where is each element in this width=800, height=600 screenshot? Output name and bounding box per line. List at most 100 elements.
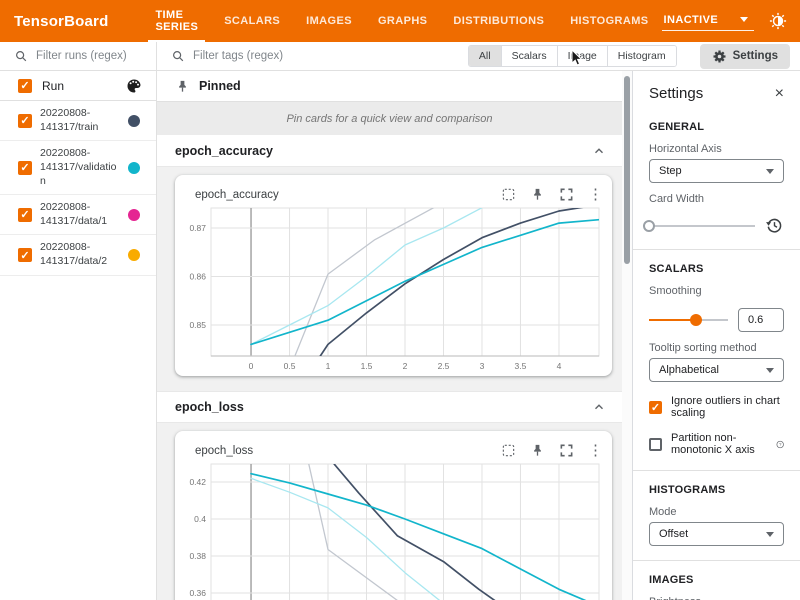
fit-to-data-icon[interactable] [501, 443, 516, 458]
card-actions: ⋮ [501, 187, 598, 202]
filter-runs-box[interactable]: Filter runs (regex) [0, 42, 157, 70]
help-icon[interactable]: ? [776, 438, 784, 451]
run-color-dot[interactable] [128, 209, 140, 221]
pinned-title: Pinned [199, 79, 241, 93]
search-icon [171, 49, 185, 63]
smoothing-label: Smoothing [649, 285, 784, 297]
settings-panel: Settings × GENERAL Horizontal Axis Step … [632, 71, 800, 600]
pin-card-icon[interactable] [530, 187, 545, 202]
chevron-up-icon[interactable] [592, 400, 606, 414]
pinned-header: Pinned [157, 71, 622, 102]
fit-to-data-icon[interactable] [501, 187, 516, 202]
section-header-epoch-loss[interactable]: epoch_loss [157, 391, 622, 423]
filter-runs-input[interactable]: Filter runs (regex) [36, 50, 127, 62]
tab-distributions[interactable]: DISTRIBUTIONS [440, 0, 557, 42]
partition-x-axis-checkbox[interactable] [649, 438, 662, 451]
horizontal-axis-label: Horizontal Axis [649, 143, 784, 155]
more-options-icon[interactable]: ⋮ [588, 187, 598, 202]
ignore-outliers-checkbox[interactable]: ✓ [649, 401, 662, 414]
run-color-dot[interactable] [128, 115, 140, 127]
smoothing-slider[interactable] [649, 314, 728, 326]
card-width-slider[interactable] [649, 220, 755, 232]
card-title: epoch_accuracy [195, 189, 279, 201]
filter-button-histogram[interactable]: Histogram [607, 46, 676, 66]
card-header: epoch_loss ⋮ [175, 431, 612, 460]
select-all-runs-checkbox[interactable]: ✓ [18, 79, 32, 93]
card-width-label: Card Width [649, 193, 784, 205]
main-scrollbar[interactable] [622, 71, 632, 600]
run-checkbox[interactable]: ✓ [18, 248, 32, 262]
svg-text:0.86: 0.86 [189, 271, 206, 281]
filter-tags-box: Filter tags (regex) AllScalarsImageHisto… [157, 42, 800, 70]
section-title: epoch_accuracy [175, 144, 273, 158]
search-icon [14, 49, 28, 63]
runs-sidebar: ✓ Run ✓20220808-141317/train✓20220808-14… [0, 71, 157, 600]
partition-x-axis-label: Partition non-monotonic X axis [671, 432, 767, 456]
reload-status-value: INACTIVE [664, 14, 719, 26]
pin-card-icon[interactable] [530, 443, 545, 458]
chevron-down-icon [740, 17, 748, 22]
svg-text:0.5: 0.5 [284, 361, 296, 371]
run-color-dot[interactable] [128, 162, 140, 174]
epoch-loss-chart[interactable]: 0.360.380.40.42 [179, 462, 603, 600]
fullscreen-icon[interactable] [559, 443, 574, 458]
chevron-up-icon[interactable] [592, 144, 606, 158]
epoch-accuracy-chart[interactable]: 00.511.522.533.540.850.860.87 [179, 206, 603, 376]
run-label: 20220808-141317/train [40, 107, 120, 134]
scalar-card-epoch-loss: epoch_loss ⋮ 0.360.380.40.42 [175, 431, 612, 600]
histogram-mode-select[interactable]: Offset [649, 522, 784, 546]
run-row[interactable]: ✓20220808-141317/validation [0, 141, 156, 195]
toolbar: Filter runs (regex) Filter tags (regex) … [0, 42, 800, 71]
theme-toggle-icon[interactable] [769, 12, 787, 30]
svg-text:2: 2 [403, 361, 408, 371]
palette-icon[interactable] [126, 78, 142, 94]
section-header-epoch-accuracy[interactable]: epoch_accuracy [157, 135, 622, 167]
svg-text:2.5: 2.5 [438, 361, 450, 371]
close-icon[interactable]: × [775, 86, 784, 102]
smoothing-input[interactable]: 0.6 [738, 308, 784, 332]
run-checkbox[interactable]: ✓ [18, 208, 32, 222]
card-title: epoch_loss [195, 445, 253, 457]
scrollbar-thumb[interactable] [624, 76, 630, 264]
fullscreen-icon[interactable] [559, 187, 574, 202]
filter-tags-input[interactable]: Filter tags (regex) [193, 50, 283, 62]
tooltip-sorting-select[interactable]: Alphabetical [649, 358, 784, 382]
run-label: 20220808-141317/data/2 [40, 241, 120, 268]
reset-icon[interactable] [765, 216, 784, 235]
horizontal-axis-select[interactable]: Step [649, 159, 784, 183]
svg-text:0.85: 0.85 [189, 320, 206, 330]
reload-status-dropdown[interactable]: INACTIVE [662, 12, 754, 31]
more-options-icon[interactable]: ⋮ [588, 443, 598, 458]
svg-text:4: 4 [557, 361, 562, 371]
histogram-mode-label: Mode [649, 506, 784, 518]
chevron-down-icon [766, 532, 774, 537]
filter-button-scalars[interactable]: Scalars [501, 46, 557, 66]
run-row[interactable]: ✓ 20220808-141317/data/2 [0, 235, 156, 275]
settings-button[interactable]: Settings [700, 44, 790, 69]
main-content: Pinned Pin cards for a quick view and co… [157, 71, 622, 600]
settings-section-scalars: SCALARS [649, 263, 784, 275]
card-actions: ⋮ [501, 443, 598, 458]
tab-images[interactable]: IMAGES [293, 0, 365, 42]
svg-text:1.5: 1.5 [361, 361, 373, 371]
filter-button-image[interactable]: Image [557, 46, 607, 66]
tab-graphs[interactable]: GRAPHS [365, 0, 440, 42]
card-header: epoch_accuracy ⋮ [175, 175, 612, 204]
pin-icon [175, 79, 190, 94]
tab-time-series[interactable]: TIME SERIES [142, 0, 211, 42]
header-actions: INACTIVE ? [662, 12, 800, 31]
svg-text:3: 3 [480, 361, 485, 371]
app-header: TensorBoard TIME SERIESSCALARSIMAGESGRAP… [0, 0, 800, 42]
run-checkbox[interactable]: ✓ [18, 114, 32, 128]
chevron-down-icon [766, 169, 774, 174]
tab-histograms[interactable]: HISTOGRAMS [557, 0, 661, 42]
run-checkbox[interactable]: ✓ [18, 161, 32, 175]
app-logo[interactable]: TensorBoard [0, 13, 108, 30]
filter-button-all[interactable]: All [469, 46, 501, 66]
tab-scalars[interactable]: SCALARS [211, 0, 293, 42]
settings-section-general: GENERAL [649, 121, 784, 133]
run-color-dot[interactable] [128, 249, 140, 261]
run-row[interactable]: ✓ 20220808-141317/train [0, 101, 156, 141]
ignore-outliers-row: ✓ Ignore outliers in chart scaling [649, 395, 784, 419]
run-row[interactable]: ✓20220808-141317/data/1 [0, 195, 156, 235]
